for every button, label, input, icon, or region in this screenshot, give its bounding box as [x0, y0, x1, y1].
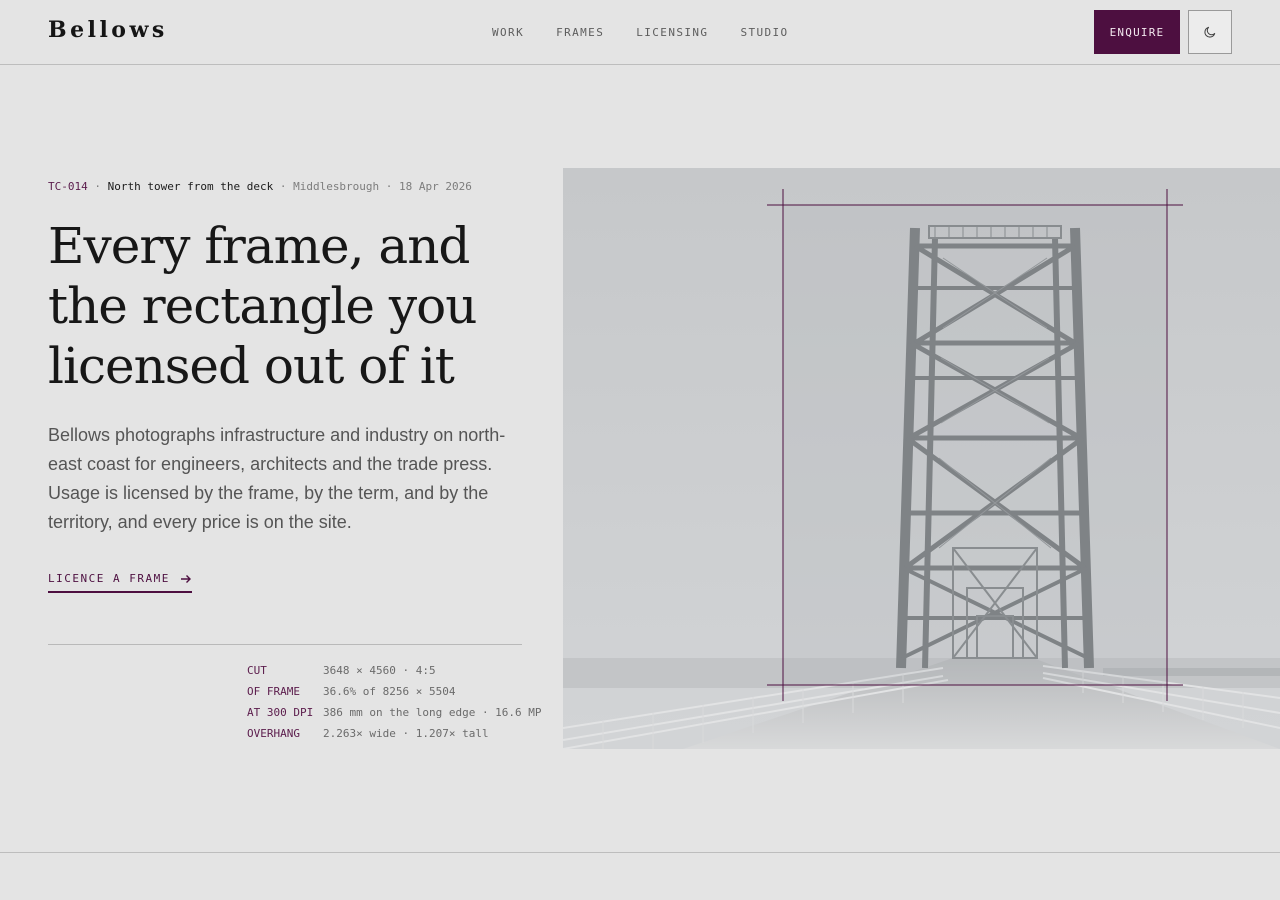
nav-item-licensing[interactable]: LICENSING: [636, 26, 708, 39]
spec-row: OVERHANG 2.263× wide · 1.207× tall: [247, 723, 542, 744]
cta-label: LICENCE A FRAME: [48, 572, 170, 585]
lede-paragraph: Bellows photographs infrastructure and i…: [48, 425, 506, 532]
frame-id: TC-014: [48, 180, 88, 193]
spec-key: OF FRAME: [247, 685, 300, 698]
spec-row: OF FRAME 36.6% of 8256 × 5504: [247, 681, 542, 702]
spec-row: AT 300 DPI 386 mm on the long edge · 16.…: [247, 702, 542, 723]
bridge-tower-photo: [563, 168, 1280, 749]
divider: [0, 852, 1280, 853]
frame-date: 18 Apr 2026: [399, 180, 472, 193]
spec-key: OVERHANG: [247, 727, 300, 740]
spec-value: 386 mm on the long edge · 16.6 MP: [323, 706, 542, 719]
licence-frame-link[interactable]: LICENCE A FRAME: [48, 572, 192, 593]
page-title: Every frame, and the rectangle you licen…: [48, 217, 477, 395]
moon-icon: [1204, 26, 1216, 38]
meta-separator: ·: [385, 180, 393, 193]
enquire-button[interactable]: ENQUIRE: [1094, 10, 1180, 54]
meta-separator: ·: [94, 180, 101, 193]
logo[interactable]: Bellows: [48, 17, 168, 43]
frame-photo[interactable]: [563, 168, 1280, 749]
spec-value: 3648 × 4560 · 4:5: [323, 664, 436, 677]
frame-location: Middlesbrough: [293, 180, 380, 193]
nav-item-frames[interactable]: FRAMES: [556, 26, 604, 39]
spec-row: CUT 3648 × 4560 · 4:5: [247, 660, 542, 681]
arrow-right-icon: [180, 574, 191, 583]
meta-separator: ·: [279, 180, 287, 193]
nav-item-studio[interactable]: STUDIO: [740, 26, 788, 39]
spec-key: CUT: [247, 664, 267, 677]
frame-title: North tower from the deck: [107, 180, 274, 193]
spec-key: AT 300 DPI: [247, 706, 314, 719]
nav-item-work[interactable]: WORK: [492, 26, 524, 39]
site-header: Bellows WORK FRAMES LICENSING STUDIO ENQ…: [0, 0, 1280, 65]
frame-meta: TC-014 · North tower from the deck · Mid…: [48, 180, 472, 193]
spec-value: 2.263× wide · 1.207× tall: [323, 727, 489, 740]
main-nav: WORK FRAMES LICENSING STUDIO: [492, 26, 789, 39]
theme-toggle-button[interactable]: [1188, 10, 1232, 54]
crop-specs: CUT 3648 × 4560 · 4:5 OF FRAME 36.6% of …: [247, 660, 542, 744]
spec-value: 36.6% of 8256 × 5504: [323, 685, 456, 698]
divider: [48, 644, 522, 645]
